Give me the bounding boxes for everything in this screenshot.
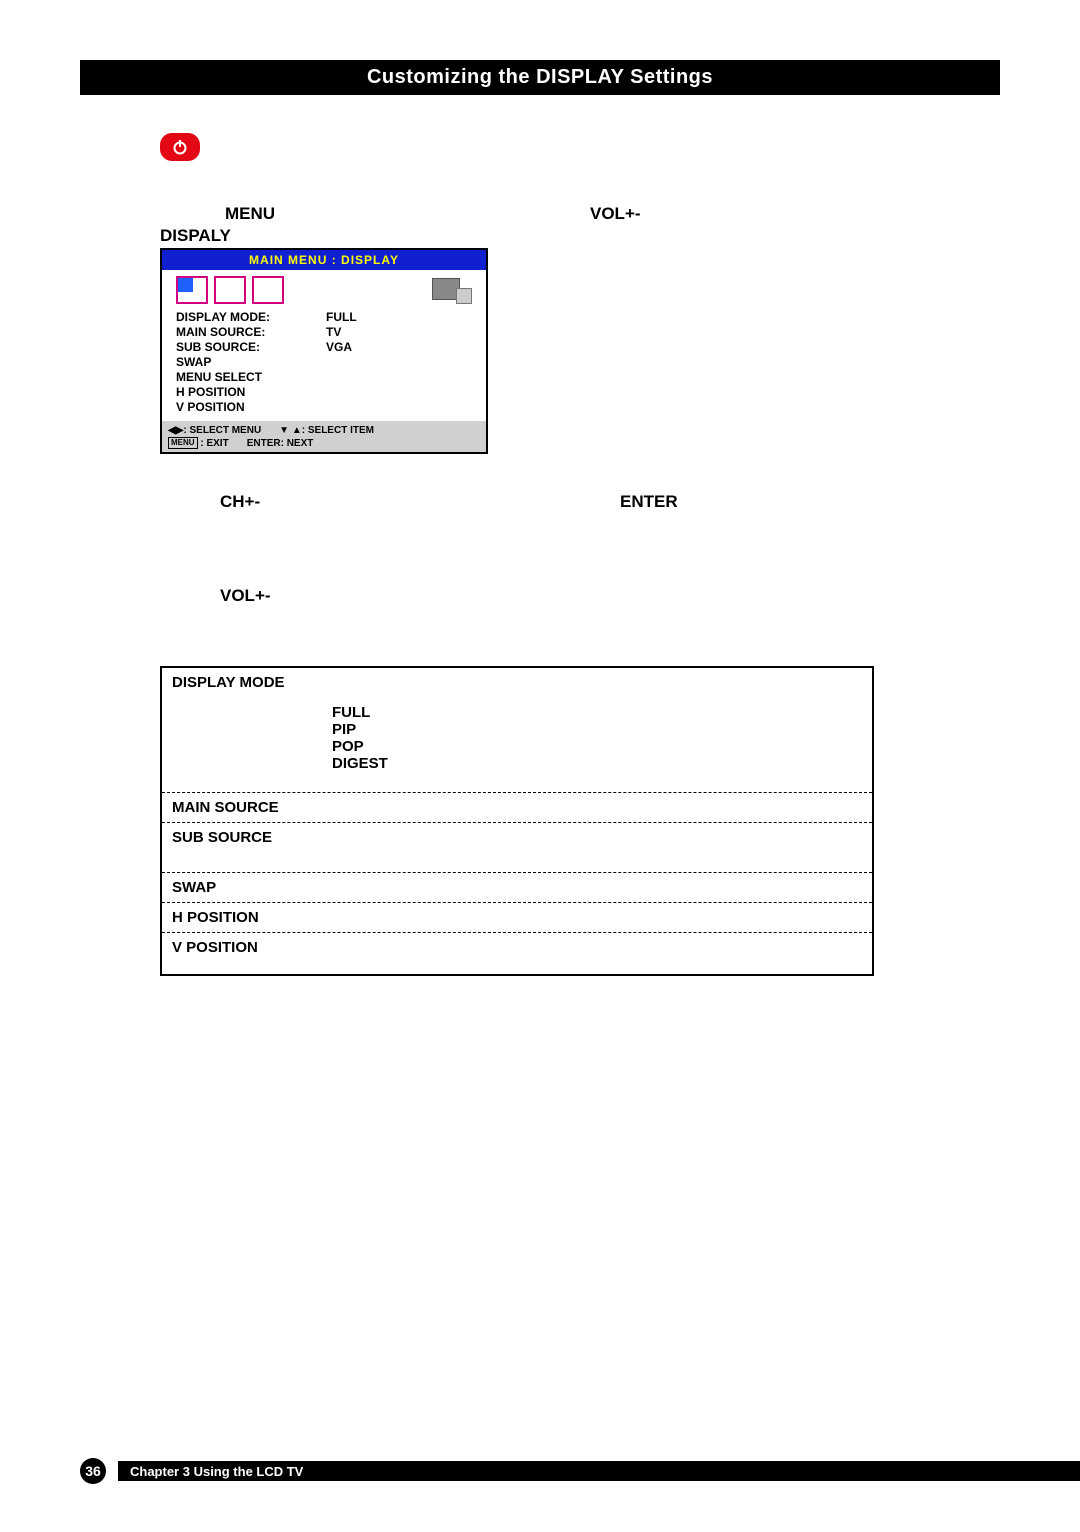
label-volplus: VOL+- bbox=[590, 204, 641, 224]
osd-item-label: MAIN SOURCE: bbox=[176, 325, 326, 340]
osd-mode-icon bbox=[214, 276, 246, 304]
osd-header: MAIN MENU : DISPLAY bbox=[162, 250, 486, 270]
table-row-options: FULL PIP POP DIGEST bbox=[322, 668, 872, 792]
osd-footer-exit: : EXIT bbox=[198, 438, 229, 449]
table-option: DIGEST bbox=[332, 755, 862, 772]
osd-item-value bbox=[326, 355, 386, 370]
table-option: FULL bbox=[332, 704, 862, 721]
osd-pip-icon bbox=[432, 276, 472, 304]
section-title: Customizing the DISPLAY Settings bbox=[80, 60, 1000, 95]
osd-item-label: DISPLAY MODE: bbox=[176, 310, 326, 325]
page-number-badge: 36 bbox=[80, 1458, 106, 1484]
osd-item-label: V POSITION bbox=[176, 400, 326, 415]
osd-item-value: VGA bbox=[326, 340, 386, 355]
table-option: POP bbox=[332, 738, 862, 755]
table-row-name: MAIN SOURCE bbox=[162, 793, 322, 822]
osd-item-value: FULL bbox=[326, 310, 386, 325]
osd-item-value bbox=[326, 400, 386, 415]
osd-screenshot: MAIN MENU : DISPLAY DISPLAY MODE:FULL MA… bbox=[160, 248, 488, 454]
osd-item-value bbox=[326, 370, 386, 385]
table-row-name: SUB SOURCE bbox=[162, 823, 322, 872]
label-dispaly: DISPALY bbox=[160, 226, 231, 246]
osd-item-list: DISPLAY MODE:FULL MAIN SOURCE:TV SUB SOU… bbox=[162, 306, 486, 421]
osd-item-label: H POSITION bbox=[176, 385, 326, 400]
table-row-name: V POSITION bbox=[162, 933, 322, 974]
osd-item-value bbox=[326, 385, 386, 400]
osd-footer: ◀▶: SELECT MENU ▼ ▲: SELECT ITEM MENU : … bbox=[162, 421, 486, 452]
table-row-name: SWAP bbox=[162, 873, 322, 902]
label-menu: MENU bbox=[225, 204, 275, 224]
osd-item-label: SWAP bbox=[176, 355, 326, 370]
osd-mode-icon bbox=[252, 276, 284, 304]
osd-footer-select-item: : SELECT ITEM bbox=[302, 425, 374, 436]
label-volplus-2: VOL+- bbox=[220, 586, 271, 606]
chapter-footer: Chapter 3 Using the LCD TV bbox=[118, 1461, 1080, 1481]
table-row-name: DISPLAY MODE bbox=[162, 668, 322, 792]
label-enter: ENTER bbox=[620, 492, 678, 512]
osd-item-label: SUB SOURCE: bbox=[176, 340, 326, 355]
osd-footer-enter-next: ENTER: NEXT bbox=[247, 437, 314, 450]
label-chplus: CH+- bbox=[220, 492, 260, 512]
table-row-name: H POSITION bbox=[162, 903, 322, 932]
osd-item-value: TV bbox=[326, 325, 386, 340]
osd-item-label: MENU SELECT bbox=[176, 370, 326, 385]
osd-mode-icon bbox=[176, 276, 208, 304]
settings-table: DISPLAY MODE FULL PIP POP DIGEST MAIN SO… bbox=[160, 666, 874, 976]
osd-footer-menu-badge: MENU bbox=[168, 437, 198, 449]
table-option: PIP bbox=[332, 721, 862, 738]
power-icon bbox=[160, 133, 200, 161]
osd-footer-select-menu: : SELECT MENU bbox=[183, 425, 261, 436]
